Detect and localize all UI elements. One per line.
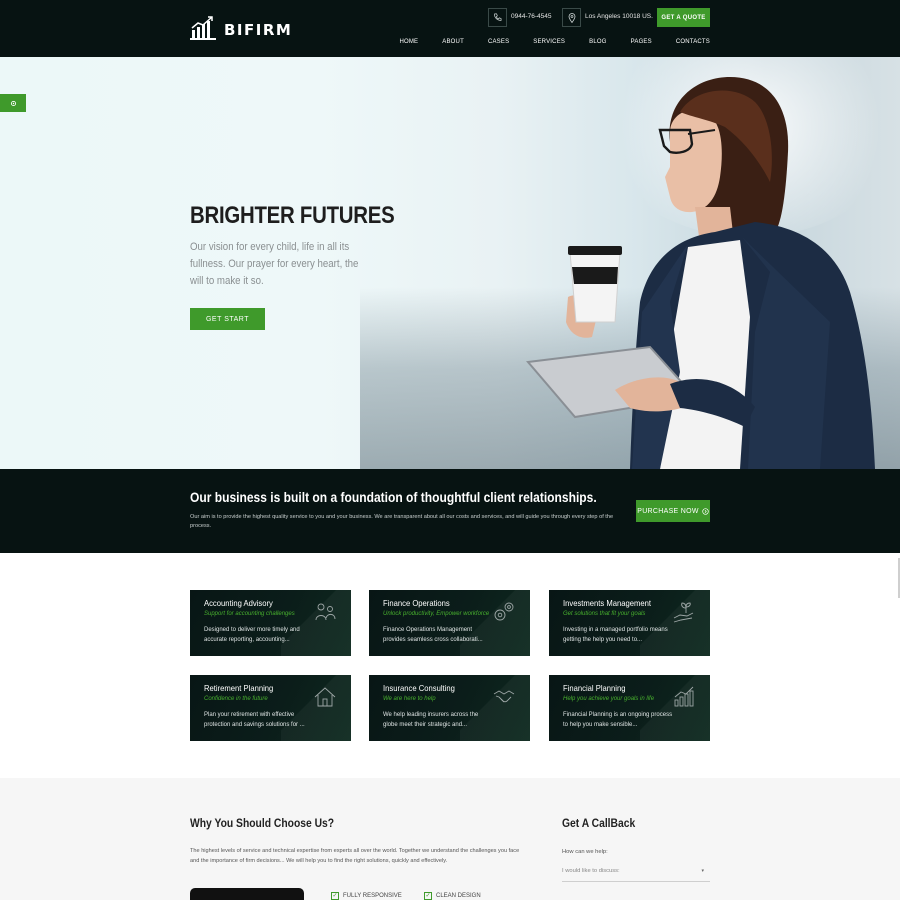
nav-home[interactable]: HOME <box>399 39 418 45</box>
why-text: The highest levels of service and techni… <box>190 848 520 864</box>
service-description: Plan your retirement with effective prot… <box>204 712 305 728</box>
callback-title: Get A CallBack <box>562 816 636 830</box>
service-description: Financial Planning is an ongoing process… <box>563 712 673 728</box>
check-icon: ✓ <box>331 892 339 900</box>
service-title: Insurance Consulting <box>383 683 455 693</box>
gear-icon <box>10 100 16 106</box>
purchase-now-button[interactable]: PURCHASE NOW <box>636 500 710 522</box>
check-icon: ✓ <box>424 892 432 900</box>
service-subtitle: Support for accounting challenges <box>204 611 295 617</box>
hand-plant-icon <box>673 602 694 623</box>
gears-icon <box>494 602 514 621</box>
service-card-investments-management[interactable]: Investments Management Get solutions tha… <box>549 590 710 656</box>
service-description: We help leading insurers across the glob… <box>383 712 479 728</box>
settings-side-tab[interactable] <box>0 94 26 112</box>
why-title: Why You Should Choose Us? <box>190 816 335 830</box>
service-card-financial-planning[interactable]: Financial Planning Help you achieve your… <box>549 675 710 741</box>
callback-label: How can we help: <box>562 849 608 855</box>
band-title: Our business is built on a foundation of… <box>190 489 597 505</box>
feature-label: CLEAN DESIGN <box>436 893 481 899</box>
header-phone[interactable]: 0944-76-4545 <box>511 13 551 20</box>
logo[interactable]: BIFIRM <box>190 16 292 40</box>
chevron-down-icon: ▾ <box>701 868 704 874</box>
service-subtitle: Confidence in the future <box>204 696 268 702</box>
service-subtitle: We are here to help <box>383 696 436 702</box>
logo-chart-icon <box>190 16 216 40</box>
service-subtitle: Unlock productivity, Empower workforce <box>383 611 490 617</box>
band-text: Our aim is to provide the highest qualit… <box>190 514 614 529</box>
handshake-icon <box>493 690 515 703</box>
service-card-retirement-planning[interactable]: Retirement Planning Confidence in the fu… <box>190 675 351 741</box>
purchase-now-label: PURCHASE NOW <box>637 507 699 515</box>
callback-select[interactable]: I would like to discuss: ▾ <box>562 866 710 882</box>
service-title: Finance Operations <box>383 598 450 608</box>
service-card-accounting-advisory[interactable]: Accounting Advisory Support for accounti… <box>190 590 351 656</box>
house-icon <box>314 687 336 707</box>
nav-blog[interactable]: BLOG <box>589 39 606 45</box>
cta-band: Our business is built on a foundation of… <box>0 469 900 553</box>
arrow-circle-icon <box>702 507 709 515</box>
feature-fully-responsive: ✓ FULLY RESPONSIVE <box>331 892 402 900</box>
service-card-finance-operations[interactable]: Finance Operations Unlock productivity, … <box>369 590 530 656</box>
service-title: Investments Management <box>563 598 652 608</box>
nav-cases[interactable]: CASES <box>488 39 509 45</box>
service-description: Designed to deliver more timely and accu… <box>204 627 300 643</box>
service-card-insurance-consulting[interactable]: Insurance Consulting We are here to help… <box>369 675 530 741</box>
service-title: Retirement Planning <box>204 683 274 693</box>
main-nav: HOME ABOUT CASES SERVICES BLOG PAGES CON… <box>399 39 710 45</box>
location-pin-icon <box>562 8 581 27</box>
laptop-image <box>190 888 304 900</box>
get-a-quote-button[interactable]: GET A QUOTE <box>657 8 710 27</box>
nav-about[interactable]: ABOUT <box>442 39 464 45</box>
hero-section: BRIGHTER FUTURES Our vision for every ch… <box>0 57 900 469</box>
site-header: BIFIRM 0944-76-4545 Los Angeles 10018 US… <box>0 0 900 57</box>
hero-text: Our vision for every child, life in all … <box>190 241 359 287</box>
service-title: Financial Planning <box>563 683 626 693</box>
hero-title: BRIGHTER FUTURES <box>190 202 395 229</box>
nav-contacts[interactable]: CONTACTS <box>676 39 710 45</box>
nav-pages[interactable]: PAGES <box>631 39 652 45</box>
service-subtitle: Get solutions that fit your goals <box>563 611 646 617</box>
header-location: Los Angeles 10018 US. <box>585 13 653 20</box>
feature-label: FULLY RESPONSIVE <box>343 893 402 899</box>
service-subtitle: Help you achieve your goals in life <box>563 696 655 702</box>
get-start-button[interactable]: GET START <box>190 308 265 330</box>
service-description: Investing in a managed portfolio means g… <box>563 627 668 643</box>
logo-text: BIFIRM <box>224 21 293 39</box>
businesswoman-image <box>526 77 875 469</box>
why-choose-section: Why You Should Choose Us? The highest le… <box>0 778 900 900</box>
chart-icon <box>674 686 694 707</box>
callback-select-value: I would like to discuss: <box>562 868 620 874</box>
feature-clean-design: ✓ CLEAN DESIGN <box>424 892 481 900</box>
nav-services[interactable]: SERVICES <box>533 39 565 45</box>
people-icon <box>315 603 336 621</box>
service-description: Finance Operations Management provides s… <box>383 627 483 643</box>
phone-icon <box>488 8 507 27</box>
service-title: Accounting Advisory <box>204 598 273 608</box>
